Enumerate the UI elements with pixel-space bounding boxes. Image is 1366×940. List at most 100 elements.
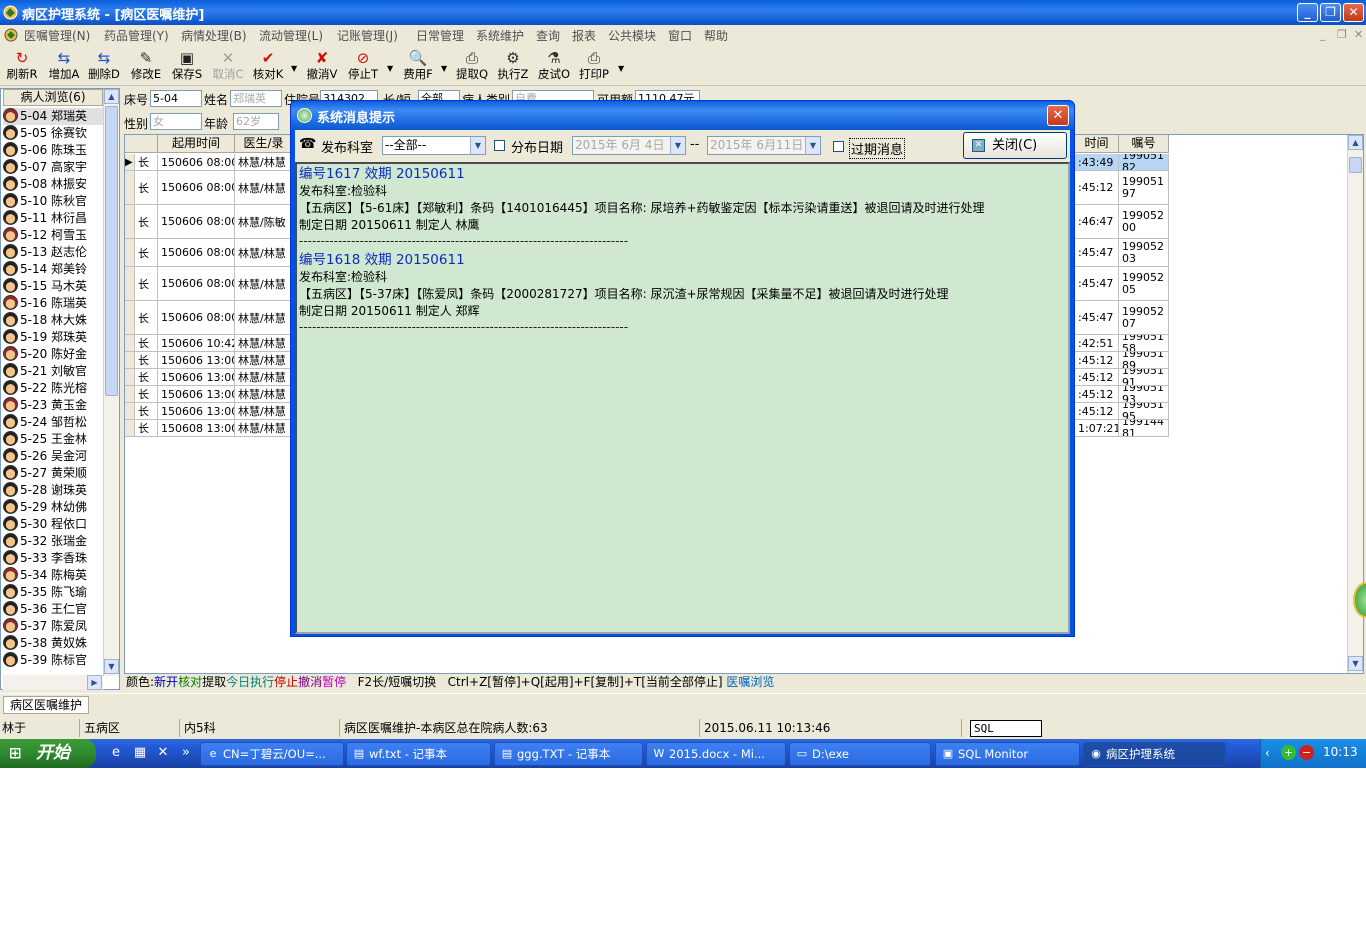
patient-item[interactable]: 5-07 高家宇 [3,159,103,176]
dept-dropdown-icon[interactable]: ▼ [470,137,485,154]
patient-item[interactable]: 5-11 林衍昌 [3,210,103,227]
scroll-thumb[interactable] [105,106,118,396]
order-browse-link[interactable]: 医嘱浏览 [726,675,774,689]
scroll-down-icon[interactable]: ▼ [104,659,119,674]
row-indicator[interactable]: ▶ [125,154,135,170]
print-dropdown-icon[interactable]: ▼ [618,64,624,73]
tray-stop-icon[interactable]: − [1299,745,1314,760]
check-button[interactable]: ✔ 核对K [250,49,286,83]
task-ggg-notepad-button[interactable]: ▤ ggg.TXT - 记事本 [494,742,643,766]
extract-button[interactable]: ⎙ 提取Q [454,49,490,83]
menu-system[interactable]: 系统维护 [476,27,524,44]
stop-button[interactable]: ⊘ 停止T [345,49,381,83]
patient-list-header[interactable]: 病人浏览(6) [3,89,103,106]
fee-button[interactable]: 🔍 费用F [400,49,436,83]
task-wf-notepad-button[interactable]: ▤ wf.txt - 记事本 [346,742,491,766]
grid-header-time[interactable]: 时间 [1075,135,1119,153]
grid-scroll-thumb[interactable] [1349,157,1362,173]
patient-item[interactable]: 5-25 王金林 [3,431,103,448]
menu-accounting[interactable]: 记账管理(J) [337,27,398,44]
gender-field[interactable]: 女 [150,113,202,130]
dialog-close-icon[interactable]: ✕ [1047,105,1069,126]
dialog-title-bar[interactable]: 系统消息提示 ✕ [291,101,1074,130]
delete-button[interactable]: ⇆ 删除D [86,49,122,83]
execute-button[interactable]: ⚙ 执行Z [495,49,531,83]
row-indicator[interactable] [125,403,135,419]
undo-button[interactable]: ✘ 撤消V [304,49,340,83]
patient-item[interactable]: 5-20 陈好金 [3,346,103,363]
bed-field[interactable]: 5-04 [150,90,202,107]
patient-item[interactable]: 5-24 邹哲松 [3,414,103,431]
date-from-dropdown-icon[interactable]: ▼ [670,137,685,154]
patient-item[interactable]: 5-30 程依口 [3,516,103,533]
patient-item[interactable]: 5-06 陈珠玉 [3,142,103,159]
patient-list-hscrollbar[interactable]: ▶ [3,675,103,690]
patient-item[interactable]: 5-22 陈光榕 [3,380,103,397]
row-indicator[interactable] [125,335,135,351]
mdi-restore-icon[interactable]: ❐ [1337,28,1347,41]
row-indicator[interactable] [125,267,135,300]
row-indicator[interactable] [125,239,135,266]
patient-item[interactable]: 5-39 陈标官 [3,652,103,669]
cancel-button[interactable]: ✕ 取消C [210,49,246,83]
patient-item[interactable]: 5-38 黄奴姝 [3,635,103,652]
patient-item[interactable]: 5-23 黄玉金 [3,397,103,414]
dialog-close-button[interactable]: ✕ 关闭(C) [963,132,1067,159]
patient-item[interactable]: 5-29 林幼佛 [3,499,103,516]
maximize-button[interactable]: ❐ [1320,3,1341,22]
name-field[interactable]: 郑瑞英 [230,90,282,107]
row-indicator[interactable] [125,301,135,334]
patient-item[interactable]: 5-04 郑瑞英 [3,108,103,125]
task-nursing-system-button[interactable]: ◉ 病区护理系统 [1083,742,1226,766]
patient-item[interactable]: 5-10 陈秋官 [3,193,103,210]
row-indicator[interactable] [125,420,135,436]
patient-item[interactable]: 5-36 王仁官 [3,601,103,618]
patient-item[interactable]: 5-14 郑美铃 [3,261,103,278]
quicklaunch-app-icon[interactable]: ▦ [132,745,148,761]
tab-order-maintenance[interactable]: 病区医嘱维护 [3,696,89,714]
row-indicator[interactable] [125,369,135,385]
patient-item[interactable]: 5-28 谢珠英 [3,482,103,499]
patient-item[interactable]: 5-34 陈梅英 [3,567,103,584]
minimize-button[interactable]: _ [1297,3,1318,22]
row-indicator[interactable] [125,171,135,204]
close-window-button[interactable]: ✕ [1343,3,1364,22]
row-indicator[interactable] [125,205,135,238]
grid-header-no[interactable]: 嘱号 [1119,135,1169,153]
date-from-picker[interactable]: 2015年 6月 4日 ▼ [572,136,686,155]
grid-scroll-down-icon[interactable]: ▼ [1348,656,1363,671]
patient-item[interactable]: 5-32 张瑞金 [3,533,103,550]
age-field[interactable]: 62岁 [233,113,279,130]
edit-button[interactable]: ✎ 修改E [128,49,164,83]
scroll-right-icon[interactable]: ▶ [87,675,102,690]
patient-item[interactable]: 5-12 柯雪玉 [3,227,103,244]
expired-label[interactable]: 过期消息 [849,138,906,159]
patient-item[interactable]: 5-33 李香珠 [3,550,103,567]
patient-item[interactable]: 5-21 刘敏官 [3,363,103,380]
patient-item[interactable]: 5-19 郑珠英 [3,329,103,346]
start-button[interactable]: ⊞ 开始 [0,739,96,768]
print-button[interactable]: ⎙ 打印P [576,49,612,83]
task-exe-folder-button[interactable]: ▭ D:\exe [789,742,931,766]
patient-item[interactable]: 5-16 陈瑞英 [3,295,103,312]
stop-dropdown-icon[interactable]: ▼ [387,64,393,73]
mdi-minimize-icon[interactable]: _ [1320,28,1326,41]
refresh-button[interactable]: ↻ 刷新R [4,49,40,83]
add-button[interactable]: ⇆ 增加A [46,49,82,83]
tray-clock[interactable]: 10:13 [1323,745,1358,759]
menu-help[interactable]: 帮助 [704,27,728,44]
quicklaunch-browser-icon[interactable]: e [108,745,124,761]
row-indicator[interactable] [125,352,135,368]
task-sql-monitor-button[interactable]: ▣ SQL Monitor [935,742,1080,766]
row-indicator[interactable] [125,386,135,402]
date-filter-checkbox[interactable] [494,140,505,151]
dept-filter-select[interactable]: --全部-- ▼ [382,136,486,155]
patient-list-scrollbar[interactable]: ▲ ▼ [103,89,119,676]
menu-query[interactable]: 查询 [536,27,560,44]
menu-drug-mgmt[interactable]: 药品管理(Y) [104,27,169,44]
title-bar[interactable]: 病区护理系统 - [病区医嘱维护] _ ❐ ✕ [0,0,1366,25]
patient-item[interactable]: 5-26 吴金河 [3,448,103,465]
date-to-dropdown-icon[interactable]: ▼ [805,137,820,154]
task-browser-button[interactable]: e CN=丁碧云/OU=... [200,742,344,766]
menu-order-mgmt[interactable]: 医嘱管理(N) [24,27,90,44]
